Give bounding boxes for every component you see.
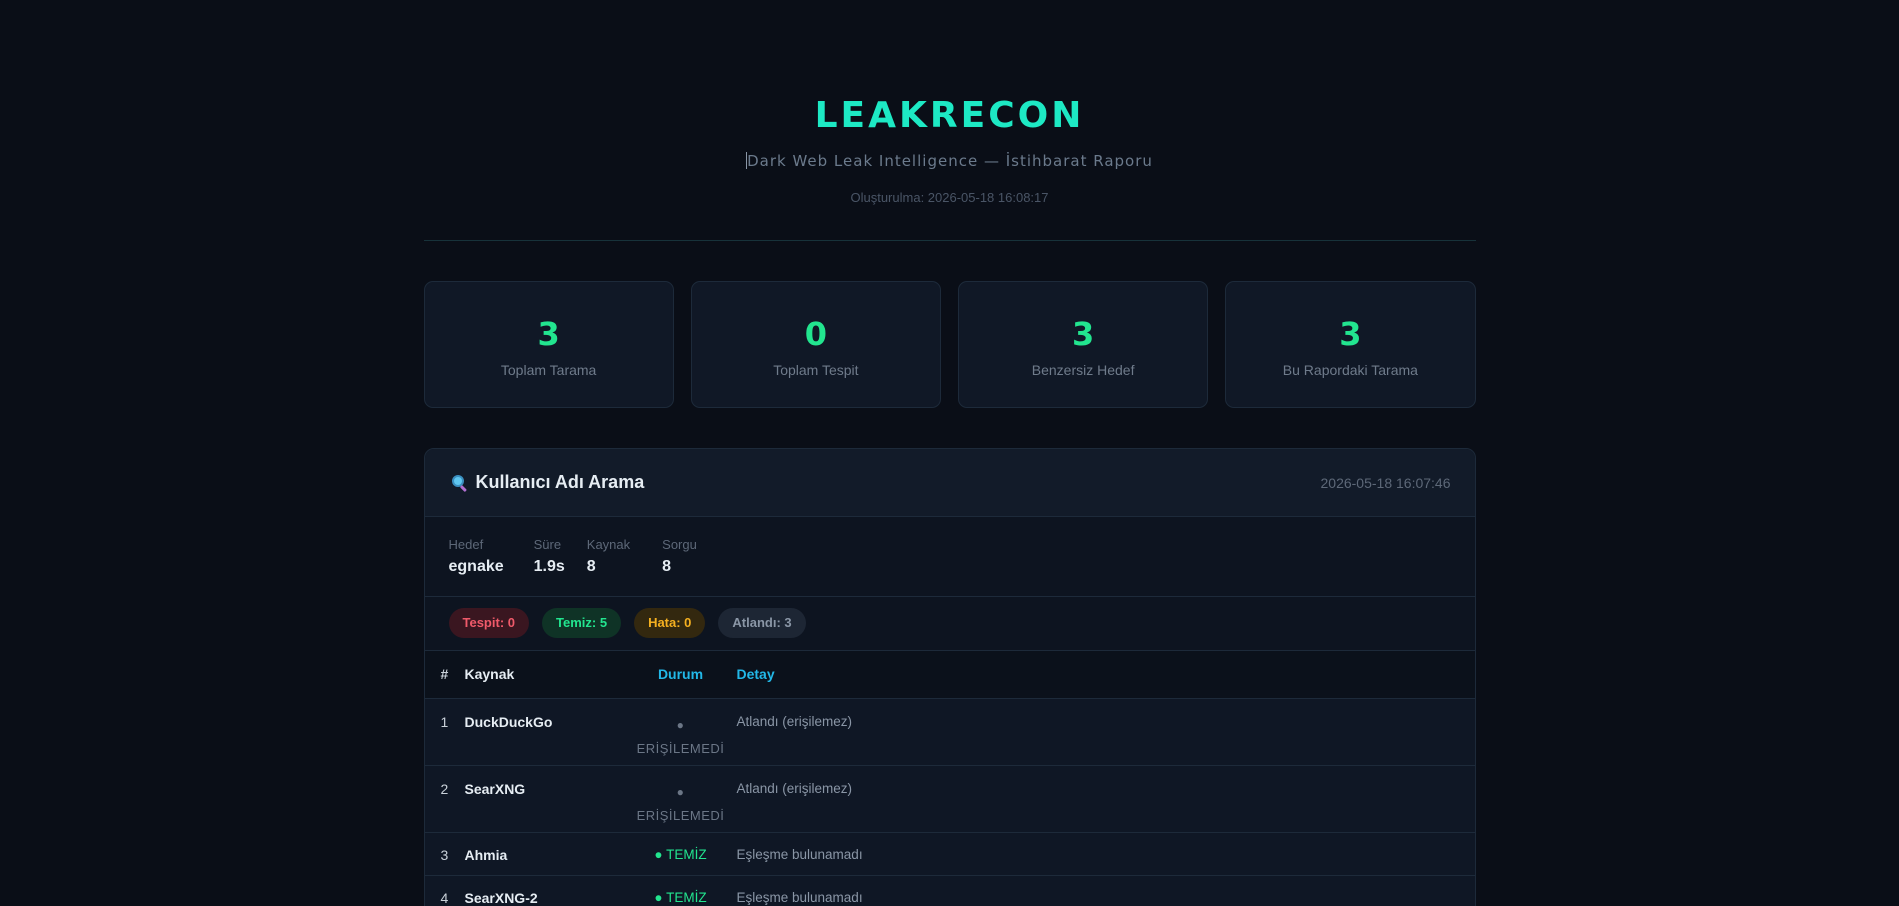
row-detail: Eşleşme bulunamadı	[736, 875, 1475, 906]
row-number: 4	[424, 875, 465, 906]
result-badges: Tespit: 0 Temiz: 5 Hata: 0 Atlandı: 3	[424, 597, 1475, 651]
stat-value: 3	[1339, 315, 1362, 353]
row-detail: Eşleşme bulunamadı	[736, 832, 1475, 876]
status-text: ERİŞİLEMEDİ	[636, 807, 725, 823]
meta-value: 1.9s	[533, 558, 565, 575]
meta-label: Kaynak	[586, 537, 631, 552]
stat-label: Bu Rapordaki Tarama	[1282, 362, 1418, 378]
status-dot-icon: ●	[676, 784, 685, 799]
meta-value: 8	[662, 558, 672, 575]
row-status: ● TEMİZ	[624, 832, 737, 876]
meta-queries: Sorgu 8	[662, 537, 697, 596]
scan-panel-header: Kullanıcı Adı Arama 2026-05-18 16:07:46	[424, 449, 1475, 517]
meta-value: 8	[586, 558, 596, 575]
report-header: LEAKRECON Dark Web Leak Intelligence — İ…	[424, 0, 1476, 206]
stats-row: 3 Toplam Tarama 0 Toplam Tespit 3 Benzer…	[423, 281, 1476, 408]
stat-value: 3	[1071, 315, 1095, 353]
badge-errors: Hata: 0	[634, 608, 706, 638]
meta-target: Hedef egnake	[449, 537, 504, 596]
logo: LEAKRECON	[814, 95, 1085, 136]
scan-panel: Kullanıcı Adı Arama 2026-05-18 16:07:46 …	[423, 448, 1476, 906]
meta-sources: Kaynak 8	[587, 537, 630, 596]
meta-value: egnake	[448, 558, 504, 575]
col-header-number: #	[424, 651, 465, 699]
scan-title: Kullanıcı Adı Arama	[451, 472, 645, 493]
stat-card-unique-targets: 3 Benzersiz Hedef	[958, 281, 1209, 408]
col-header-source: Kaynak	[464, 651, 625, 699]
badge-detections: Tespit: 0	[448, 608, 529, 638]
report-container: LEAKRECON Dark Web Leak Intelligence — İ…	[423, 0, 1476, 906]
stat-card-total-scans: 3 Toplam Tarama	[423, 281, 674, 408]
row-status: ● TEMİZ	[624, 875, 737, 906]
row-number: 1	[424, 698, 465, 766]
col-header-detail: Detay	[736, 651, 1475, 699]
row-number: 2	[424, 765, 465, 833]
badge-clean: Temiz: 5	[542, 608, 622, 638]
subtitle: Dark Web Leak Intelligence — İstihbarat …	[424, 152, 1476, 170]
generated-timestamp: Oluşturulma: 2026-05-18 16:08:17	[850, 190, 1049, 205]
header-divider	[423, 240, 1476, 241]
row-status: ● ERİŞİLEMEDİ	[624, 765, 737, 833]
meta-duration: Süre 1.9s	[534, 537, 565, 596]
table-row: 2 SearXNG ● ERİŞİLEMEDİ Atlandı (erişilem…	[424, 765, 1475, 833]
table-header-row: # Kaynak Durum Detay	[424, 651, 1475, 699]
meta-label: Hedef	[448, 537, 484, 552]
row-number: 3	[424, 832, 465, 876]
stat-value: 0	[804, 315, 827, 353]
table-row: 1 DuckDuckGo ● ERİŞİLEMEDİ Atlandı (erişi…	[424, 698, 1475, 766]
row-source: DuckDuckGo	[464, 698, 625, 766]
stat-label: Benzersiz Hedef	[1031, 362, 1135, 378]
stat-label: Toplam Tarama	[500, 362, 597, 378]
meta-label: Sorgu	[662, 537, 697, 552]
magnifier-icon	[451, 474, 469, 492]
row-detail: Atlandı (erişilemez)	[736, 765, 1475, 833]
row-detail: Atlandı (erişilemez)	[736, 698, 1475, 766]
stat-value: 3	[537, 315, 560, 353]
stat-card-total-detections: 0 Toplam Tespit	[690, 281, 941, 408]
status-text: ERİŞİLEMEDİ	[636, 740, 725, 756]
scan-meta: Hedef egnake Süre 1.9s Kaynak 8 Sorgu 8	[424, 517, 1475, 597]
row-source: Ahmia	[464, 832, 625, 876]
subtitle-text: Dark Web Leak Intelligence — İstihbarat …	[747, 152, 1153, 170]
stat-card-report-scans: 3 Bu Rapordaki Tarama	[1225, 281, 1476, 408]
table-row: 3 Ahmia ● TEMİZ Eşleşme bulunamadı	[424, 832, 1475, 876]
col-header-status: Durum	[624, 651, 737, 699]
meta-label: Süre	[533, 537, 562, 552]
badge-skipped: Atlandı: 3	[718, 608, 806, 638]
status-dot-icon: ●	[676, 717, 685, 732]
row-source: SearXNG	[464, 765, 625, 833]
row-source: SearXNG-2	[464, 875, 625, 906]
table-row: 4 SearXNG-2 ● TEMİZ Eşleşme bulunamadı	[424, 875, 1475, 906]
stat-label: Toplam Tespit	[773, 362, 859, 378]
scan-title-text: Kullanıcı Adı Arama	[475, 472, 645, 492]
scan-date: 2026-05-18 16:07:46	[1320, 474, 1451, 491]
row-status: ● ERİŞİLEMEDİ	[624, 698, 737, 766]
results-table: # Kaynak Durum Detay 1 DuckDuckGo ● ERİŞİ…	[424, 651, 1475, 906]
